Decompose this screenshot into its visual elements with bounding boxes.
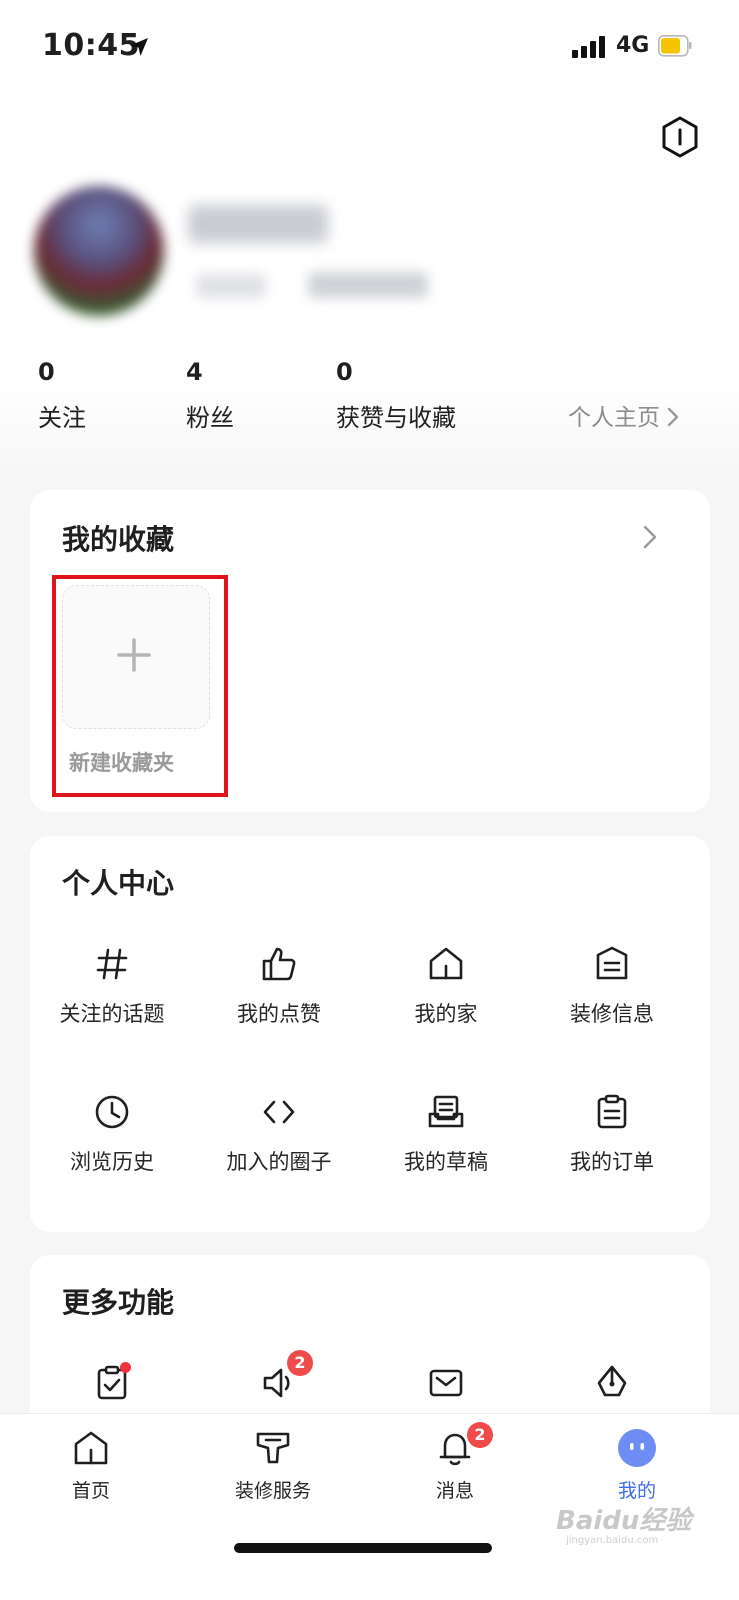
tab-home[interactable]: 首页 <box>31 1428 151 1503</box>
menu-item-joined-circles[interactable]: 加入的圈子 <box>194 1092 364 1176</box>
menu-item-label: 浏览历史 <box>70 1150 154 1174</box>
status-time: 10:45 <box>42 28 140 63</box>
avatar[interactable] <box>34 186 164 316</box>
stat-following[interactable]: 0 关注 <box>38 358 86 433</box>
new-folder-tile <box>62 585 210 729</box>
stat-label: 获赞与收藏 <box>336 404 456 432</box>
messages-badge: 2 <box>467 1422 493 1448</box>
feature-item-tasks[interactable] <box>27 1362 197 1403</box>
status-bar: 10:45 4G <box>0 0 739 90</box>
menu-item-label: 我的家 <box>414 1002 478 1026</box>
notification-dot <box>120 1362 131 1373</box>
stat-likes-collects[interactable]: 0 获赞与收藏 <box>336 358 456 433</box>
menu-item-label: 我的点赞 <box>237 1002 321 1026</box>
personal-homepage-link[interactable]: 个人主页 <box>568 398 680 432</box>
menu-item-renovation-info[interactable]: 装修信息 <box>527 944 697 1028</box>
network-type: 4G <box>616 33 650 58</box>
tab-label: 消息 <box>435 1480 474 1502</box>
pen-nib-icon <box>597 1365 627 1397</box>
tab-me[interactable]: 我的 <box>577 1428 697 1503</box>
feature-item-creation[interactable] <box>527 1363 697 1403</box>
menu-item-label: 关注的话题 <box>59 1002 165 1026</box>
menu-item-my-home[interactable]: 我的家 <box>361 944 531 1028</box>
new-folder-button[interactable]: 新建收藏夹 <box>52 575 228 797</box>
favorites-card: 我的收藏 新建收藏夹 <box>30 490 710 812</box>
menu-item-browse-history[interactable]: 浏览历史 <box>27 1092 197 1176</box>
menu-item-label: 我的订单 <box>570 1150 654 1174</box>
code-brackets-icon <box>263 1100 295 1124</box>
stat-label: 关注 <box>38 404 86 432</box>
thumbs-up-icon <box>262 947 296 981</box>
battery-icon <box>658 35 692 57</box>
menu-item-followed-topics[interactable]: 关注的话题 <box>27 944 197 1028</box>
stat-followers[interactable]: 4 粉丝 <box>186 358 234 433</box>
megaphone-badge: 2 <box>287 1350 313 1376</box>
personal-center-card: 个人中心 关注的话题 我的点赞 我的家 装修信息 浏览历史 加入的圈子 我的草稿… <box>30 836 710 1232</box>
hash-icon <box>96 948 128 980</box>
profile-tag-blurred <box>196 274 266 298</box>
chevron-right-icon[interactable] <box>642 524 658 550</box>
watermark-url: jingyan.baidu.com <box>566 1535 659 1546</box>
envelope-icon <box>429 1369 463 1397</box>
more-features-title: 更多功能 <box>62 1286 175 1319</box>
chevron-right-icon <box>667 407 679 426</box>
feature-item-mail[interactable] <box>361 1363 531 1403</box>
homepage-link-label: 个人主页 <box>568 405 660 431</box>
tab-label: 装修服务 <box>234 1480 311 1502</box>
tab-renovation-services[interactable]: 装修服务 <box>213 1428 333 1503</box>
location-arrow-icon <box>130 38 148 56</box>
menu-item-my-drafts[interactable]: 我的草稿 <box>361 1092 531 1176</box>
personal-center-title: 个人中心 <box>62 867 175 900</box>
stat-count: 0 <box>336 358 353 386</box>
tab-messages[interactable]: 2 消息 <box>395 1422 515 1503</box>
tab-label: 首页 <box>71 1480 110 1502</box>
home-icon <box>429 947 463 980</box>
avatar-face-icon <box>618 1429 656 1467</box>
stat-label: 粉丝 <box>186 404 234 432</box>
profile-id-blurred <box>308 272 428 298</box>
watermark-logo: Baidu经验 <box>556 1506 692 1536</box>
new-folder-label: 新建收藏夹 <box>69 751 174 775</box>
settings-hexagon-icon[interactable] <box>660 115 700 159</box>
document-icon <box>596 946 628 980</box>
menu-item-my-orders[interactable]: 我的订单 <box>527 1092 697 1176</box>
menu-item-label: 装修信息 <box>570 1002 654 1026</box>
signal-icon <box>572 36 605 58</box>
plus-icon <box>117 638 151 672</box>
clipboard-icon <box>597 1094 627 1129</box>
tab-label: 我的 <box>617 1480 656 1502</box>
menu-item-label: 我的草稿 <box>404 1150 488 1174</box>
feature-item-announcements[interactable]: 2 <box>194 1350 364 1403</box>
favorites-title: 我的收藏 <box>62 523 175 556</box>
home-icon <box>74 1431 108 1465</box>
service-icon <box>256 1432 290 1464</box>
stat-count: 0 <box>38 358 55 386</box>
draft-tray-icon <box>428 1095 464 1128</box>
username-blurred <box>188 205 328 243</box>
stat-count: 4 <box>186 358 203 386</box>
home-indicator[interactable] <box>234 1543 492 1553</box>
menu-item-label: 加入的圈子 <box>226 1150 332 1174</box>
menu-item-my-likes[interactable]: 我的点赞 <box>194 944 364 1028</box>
clock-icon <box>95 1095 129 1129</box>
